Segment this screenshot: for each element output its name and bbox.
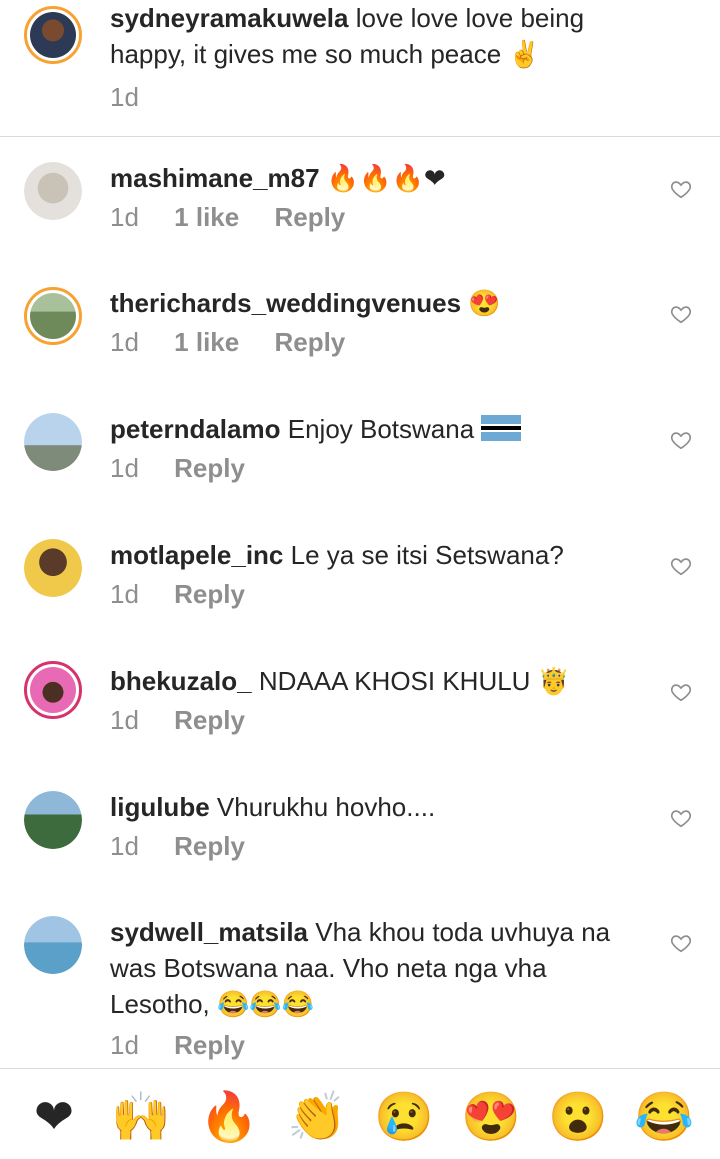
- reply-button[interactable]: Reply: [174, 705, 245, 736]
- comment-emoji: 🤴: [537, 666, 571, 696]
- comment-username[interactable]: peterndalamo: [110, 414, 281, 444]
- heart-eyes-emoji-button[interactable]: 😍: [461, 1089, 521, 1147]
- comment-likes[interactable]: 1 like: [174, 327, 239, 358]
- avatar[interactable]: [24, 6, 82, 64]
- avatar[interactable]: [24, 791, 82, 849]
- caption-time: 1d: [110, 82, 139, 112]
- comment-username[interactable]: mashimane_m87: [110, 163, 320, 193]
- comment-time: 1d: [110, 202, 139, 232]
- heart-outline-icon[interactable]: [670, 681, 692, 703]
- avatar[interactable]: [24, 413, 82, 471]
- avatar[interactable]: [24, 539, 82, 597]
- comment-username[interactable]: ligulube: [110, 792, 210, 822]
- reply-button[interactable]: Reply: [174, 579, 245, 610]
- clapping-emoji-button[interactable]: 👏: [287, 1089, 347, 1147]
- caption-username[interactable]: sydneyramakuwela: [110, 3, 348, 33]
- surprised-emoji-button[interactable]: 😮: [548, 1089, 608, 1147]
- comment-username[interactable]: bhekuzalo_: [110, 666, 252, 696]
- heart-outline-icon[interactable]: [670, 429, 692, 451]
- heart-emoji-button[interactable]: ❤: [25, 1089, 83, 1147]
- botswana-flag-icon: [481, 415, 522, 441]
- avatar[interactable]: [24, 162, 82, 220]
- comment-username[interactable]: therichards_weddingvenues: [110, 288, 461, 318]
- reply-button[interactable]: Reply: [174, 453, 245, 484]
- comment-time: 1d: [110, 579, 139, 609]
- heart-outline-icon[interactable]: [670, 555, 692, 577]
- crying-emoji-button[interactable]: 😢: [374, 1089, 434, 1147]
- heart-outline-icon[interactable]: [670, 932, 692, 954]
- caption-emoji: ✌: [508, 39, 541, 69]
- reply-button[interactable]: Reply: [274, 202, 345, 233]
- reply-button[interactable]: Reply: [174, 1030, 245, 1061]
- comment-likes[interactable]: 1 like: [174, 202, 239, 233]
- heart-outline-icon[interactable]: [670, 303, 692, 325]
- comment-text: Le ya se itsi Setswana?: [290, 540, 564, 570]
- comment-time: 1d: [110, 327, 139, 357]
- comment-time: 1d: [110, 1030, 139, 1060]
- comment-username[interactable]: sydwell_matsila: [110, 917, 308, 947]
- comment-time: 1d: [110, 705, 139, 735]
- tears-of-joy-emoji-button[interactable]: 😂: [634, 1089, 694, 1147]
- emoji-reaction-bar: ❤ 🙌 🔥 👏 😢 😍 😮 😂: [0, 1068, 720, 1159]
- comment-time: 1d: [110, 453, 139, 483]
- comment-emoji: 🔥🔥🔥❤: [326, 163, 446, 193]
- reply-button[interactable]: Reply: [174, 831, 245, 862]
- raised-hands-emoji-button[interactable]: 🙌: [111, 1089, 171, 1147]
- comment-emoji: 😂😂😂: [216, 989, 315, 1019]
- heart-outline-icon[interactable]: [670, 807, 692, 829]
- avatar[interactable]: [24, 916, 82, 974]
- post-caption: sydneyramakuwela love love love being ha…: [0, 0, 720, 137]
- comment-username[interactable]: motlapele_inc: [110, 540, 283, 570]
- comment-time: 1d: [110, 831, 139, 861]
- heart-outline-icon[interactable]: [670, 178, 692, 200]
- comment-text: NDAAA KHOSI KHULU: [258, 666, 531, 696]
- comment-emoji: 😍: [468, 288, 501, 318]
- avatar[interactable]: [24, 661, 82, 719]
- reply-button[interactable]: Reply: [274, 327, 345, 358]
- comment-text: Enjoy Botswana: [287, 414, 475, 444]
- comment-text: Vhurukhu hovho....: [216, 792, 436, 822]
- avatar[interactable]: [24, 287, 82, 345]
- fire-emoji-button[interactable]: 🔥: [199, 1089, 259, 1147]
